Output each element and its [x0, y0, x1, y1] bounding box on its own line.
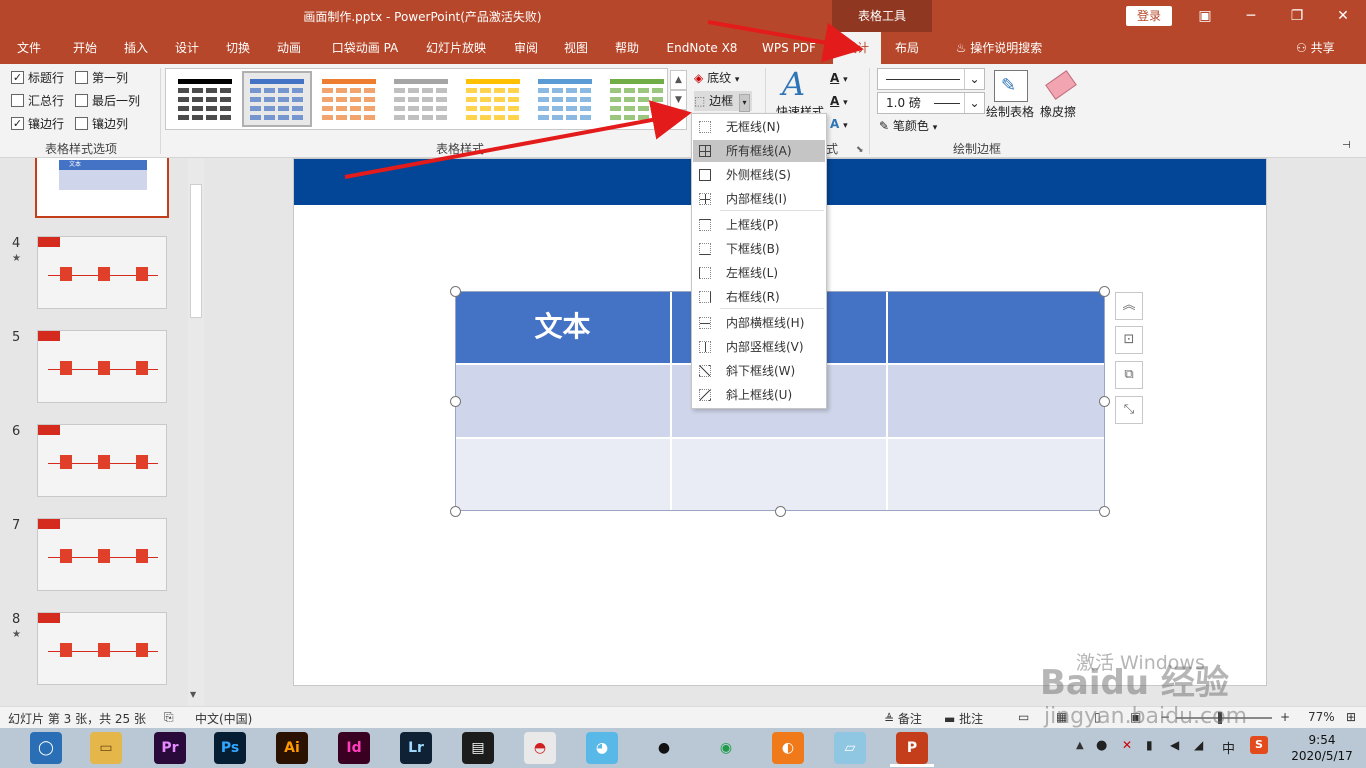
baidu-brand-watermark: Baidu 经验 — [1040, 663, 1229, 703]
premiere-icon[interactable]: Pr — [154, 732, 186, 764]
clock-time: 9:54 — [1308, 733, 1336, 747]
tray-volume-icon[interactable]: ◀ — [1170, 738, 1179, 752]
windows-taskbar: ◯ ▭ Pr Ps Ai Id Lr ▤ ◓ ◕ ● ◉ ◐ ▱ P ▲ ● ✕ ▮ ◀ ◢ 中 S 9:5… — [0, 728, 1366, 768]
photoshop-icon[interactable]: Ps — [214, 732, 246, 764]
spellcheck-icon[interactable]: ⎘ — [164, 710, 174, 725]
fit-to-window-icon[interactable]: ⊞ — [1346, 710, 1356, 724]
notes-label: 备注 — [897, 712, 922, 726]
clock[interactable]: 9:54 2020/5/17 — [1290, 732, 1354, 764]
normal-view-icon[interactable]: ▭ — [1018, 710, 1029, 724]
language-indicator[interactable]: 中文(中国) — [195, 710, 252, 727]
zoom-level[interactable]: 77% — [1308, 710, 1335, 724]
indesign-icon[interactable]: Id — [338, 732, 370, 764]
tray-expand-icon[interactable]: ▲ — [1076, 740, 1084, 751]
tray-wifi-icon[interactable]: ◢ — [1194, 738, 1203, 752]
comment-icon: ▬ — [944, 712, 960, 726]
tray-battery-icon[interactable]: ▮ — [1146, 738, 1153, 752]
notes-button[interactable]: ≜ 备注 — [884, 710, 922, 727]
tray-network-warning-icon[interactable]: ✕ — [1122, 738, 1132, 752]
lightroom-icon[interactable]: Lr — [400, 732, 432, 764]
active-app-indicator — [890, 764, 934, 767]
arrow-to-borders-button — [344, 100, 692, 179]
browser-icon[interactable]: ◯ — [30, 732, 62, 764]
clock-date: 2020/5/17 — [1291, 749, 1353, 763]
file-explorer-icon[interactable]: ▭ — [90, 732, 122, 764]
notes-app-icon[interactable]: ▱ — [834, 732, 866, 764]
site-watermark: jingyan.baidu.com — [1044, 704, 1248, 729]
notes-icon: ≜ — [884, 712, 898, 726]
tray-qq-icon[interactable]: ● — [1096, 738, 1107, 753]
illustrator-icon[interactable]: Ai — [276, 732, 308, 764]
qq-icon[interactable]: ● — [648, 732, 680, 764]
comments-button[interactable]: ▬ 批注 — [944, 710, 983, 727]
zoom-in-icon[interactable]: + — [1280, 710, 1290, 724]
sogou-ime-icon[interactable]: S — [1250, 736, 1268, 754]
chrome-icon[interactable]: ◉ — [710, 732, 742, 764]
arrow-to-design-tab — [707, 20, 864, 63]
powerpoint-taskbar-icon[interactable]: P — [896, 732, 928, 764]
cat-app-icon[interactable]: ◕ — [586, 732, 618, 764]
ime-indicator[interactable]: 中 — [1222, 738, 1235, 757]
slide-counter: 幻灯片 第 3 张，共 25 张 — [8, 712, 146, 726]
umbrella-app-icon[interactable]: ◓ — [524, 732, 556, 764]
video-editor-icon[interactable]: ▤ — [462, 732, 494, 764]
comments-label: 批注 — [959, 712, 984, 726]
foxmail-icon[interactable]: ◐ — [772, 732, 804, 764]
